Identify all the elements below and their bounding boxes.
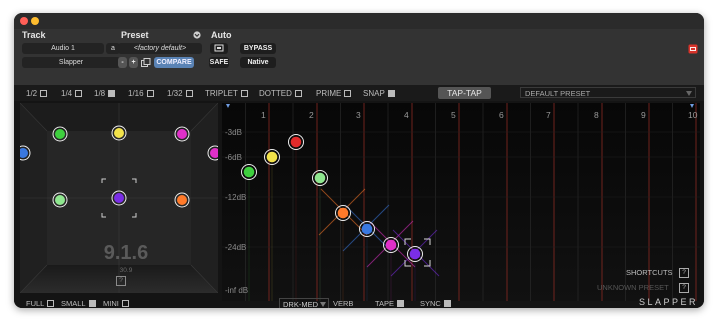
tap-dot[interactable] <box>266 151 278 163</box>
auto-label: Auto <box>211 30 232 40</box>
tap-dot[interactable] <box>361 223 373 235</box>
checkbox-dotted[interactable] <box>294 90 302 97</box>
checkbox-sync[interactable] <box>443 300 451 307</box>
plugin-badge-icon[interactable] <box>688 44 698 54</box>
room-version: 9.1.6 <box>103 242 149 264</box>
tap-dot[interactable] <box>290 136 302 148</box>
checkbox-sixteenth[interactable] <box>146 90 154 97</box>
unknown-preset-label: UNKNOWN PRESET <box>597 283 669 292</box>
native-button[interactable]: Native <box>240 57 276 68</box>
checkbox-small[interactable] <box>88 300 96 307</box>
tap-tap-button[interactable]: TAP-TAP <box>438 87 491 99</box>
unknown-preset-help-button[interactable]: ? <box>679 283 689 293</box>
chevron-down-icon <box>320 302 326 307</box>
plugin-window: Track Audio 1 a Slapper Preset <factory … <box>14 13 704 308</box>
automation-button[interactable] <box>210 43 228 54</box>
minimize-button[interactable] <box>31 17 39 25</box>
tap-dot[interactable] <box>314 172 326 184</box>
size-small[interactable]: SMALL <box>61 299 96 308</box>
safe-button[interactable]: SAFE <box>209 57 229 68</box>
checkbox-mini[interactable] <box>121 300 129 307</box>
beat-number: 10 <box>688 110 698 120</box>
tap-dot[interactable] <box>385 239 397 251</box>
room-sub-version: 30.9 <box>119 267 133 274</box>
sync-toggle[interactable]: SYNC <box>420 299 451 308</box>
db-label: -inf dB <box>225 286 248 295</box>
db-label: -24dB <box>225 243 246 252</box>
automation-icon <box>214 44 224 52</box>
track-label: Track <box>22 30 46 40</box>
verb-type-dropdown[interactable]: DRK-MED <box>279 298 329 308</box>
beat-number: 6 <box>499 110 504 120</box>
plugin-body: 1/2 1/4 1/8 1/16 1/32 TRIPLET DOTTED PRI… <box>14 85 704 308</box>
source-dot[interactable] <box>177 195 187 205</box>
beat-number: 2 <box>309 110 314 120</box>
chevron-down-icon <box>686 91 692 96</box>
checkbox-prime[interactable] <box>344 90 352 97</box>
db-label: -12dB <box>225 193 246 202</box>
verb-label: VERB <box>333 299 354 308</box>
preset-prev-button[interactable]: - <box>118 57 127 68</box>
copy-settings-icon[interactable] <box>141 58 151 67</box>
brand-logo: SLAPPER <box>639 297 699 307</box>
option-snap[interactable]: SNAP <box>363 89 395 98</box>
option-thirtysecond[interactable]: 1/32 <box>167 89 193 98</box>
preset-dropdown[interactable]: DEFAULT PRESET <box>520 87 696 98</box>
beat-number: 5 <box>451 110 456 120</box>
source-dot[interactable] <box>114 128 124 138</box>
preset-menu-icon[interactable] <box>193 31 201 39</box>
beat-number: 9 <box>641 110 646 120</box>
source-dot[interactable] <box>55 129 65 139</box>
db-label: -6dB <box>225 153 242 162</box>
db-label: -3dB <box>225 128 242 137</box>
beat-number: 8 <box>594 110 599 120</box>
preset-next-button[interactable]: + <box>129 57 138 68</box>
options-bar: 1/2 1/4 1/8 1/16 1/32 TRIPLET DOTTED PRI… <box>14 85 704 101</box>
track-name-selector[interactable]: Audio 1 <box>22 43 104 54</box>
checkbox-eighth[interactable] <box>108 90 116 97</box>
room-help-button[interactable]: ? <box>116 276 126 286</box>
bypass-button[interactable]: BYPASS <box>240 43 276 54</box>
option-dotted[interactable]: DOTTED <box>259 89 302 98</box>
tape-toggle[interactable]: TAPE <box>375 299 405 308</box>
source-dot[interactable] <box>55 195 65 205</box>
option-triplet[interactable]: TRIPLET <box>205 89 248 98</box>
preset-name: <factory default> <box>133 45 187 52</box>
source-dot[interactable] <box>114 193 124 203</box>
tap-dot[interactable] <box>409 248 421 260</box>
option-quarter[interactable]: 1/4 <box>61 89 83 98</box>
option-eighth[interactable]: 1/8 <box>94 89 116 98</box>
checkbox-full[interactable] <box>47 300 55 307</box>
checkbox-snap[interactable] <box>387 90 395 97</box>
title-bar <box>14 13 704 29</box>
track-name: Audio 1 <box>51 45 75 52</box>
checkbox-quarter[interactable] <box>75 90 83 97</box>
beat-number: 4 <box>404 110 409 120</box>
checkbox-triplet[interactable] <box>240 90 248 97</box>
track-variant: a <box>111 45 115 52</box>
tap-dot[interactable] <box>243 166 255 178</box>
size-mini[interactable]: MINI <box>103 299 129 308</box>
host-header: Track Audio 1 a Slapper Preset <factory … <box>14 29 704 85</box>
insert-name: Slapper <box>58 59 84 66</box>
insert-selector[interactable]: Slapper <box>22 57 120 68</box>
checkbox-half[interactable] <box>40 90 48 97</box>
shortcuts-help-button[interactable]: ? <box>679 268 689 278</box>
beat-number: 7 <box>546 110 551 120</box>
beat-number: 3 <box>356 110 361 120</box>
source-dot[interactable] <box>177 129 187 139</box>
option-half[interactable]: 1/2 <box>26 89 48 98</box>
beat-number: 1 <box>261 110 266 120</box>
preset-label: Preset <box>121 30 149 40</box>
checkbox-thirtysecond[interactable] <box>185 90 193 97</box>
close-button[interactable] <box>20 17 28 25</box>
compare-button[interactable]: COMPARE <box>154 57 194 68</box>
option-prime[interactable]: PRIME <box>316 89 352 98</box>
size-full[interactable]: FULL <box>26 299 55 308</box>
option-sixteenth[interactable]: 1/16 <box>128 89 154 98</box>
preset-selector[interactable]: <factory default> <box>118 43 202 54</box>
shortcuts-label: SHORTCUTS <box>626 268 673 277</box>
checkbox-tape[interactable] <box>397 300 405 307</box>
tap-dot[interactable] <box>337 207 349 219</box>
